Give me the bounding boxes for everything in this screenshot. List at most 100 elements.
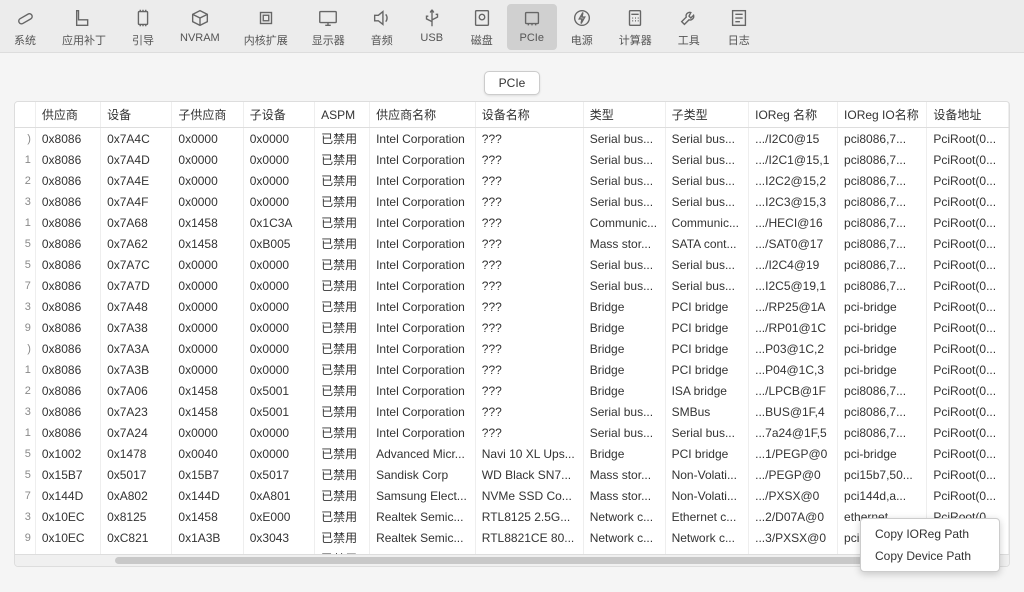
table-row[interactable]: 10x80860x7A240x00000x0000已禁用Intel Corpor… (15, 422, 1009, 443)
tool-speaker[interactable]: 音频 (357, 4, 407, 50)
cell-sv: 0x0000 (172, 422, 243, 443)
cell-t: Mass stor... (583, 233, 665, 254)
col-header[interactable]: 供应商 (35, 102, 100, 128)
col-header[interactable]: 子供应商 (172, 102, 243, 128)
table-row[interactable]: 30x80860x7A480x00000x0000已禁用Intel Corpor… (15, 296, 1009, 317)
cell-st: Serial bus... (665, 149, 749, 170)
tool-label: 工具 (678, 32, 700, 48)
col-header[interactable]: 类型 (583, 102, 665, 128)
table-row[interactable]: )0x80860x7A3A0x00000x0000已禁用Intel Corpor… (15, 338, 1009, 359)
cell-sv: 0x0000 (172, 317, 243, 338)
cell-v: 0x8086 (35, 191, 100, 212)
table-row[interactable]: 30x80860x7A230x14580x5001已禁用Intel Corpor… (15, 401, 1009, 422)
cell-t: Bridge (583, 359, 665, 380)
tool-log[interactable]: 日志 (714, 4, 764, 50)
tool-calc[interactable]: 计算器 (607, 4, 664, 50)
table-row[interactable]: 50x80860x7A7C0x00000x0000已禁用Intel Corpor… (15, 254, 1009, 275)
cell-vn: Intel Corporation (370, 275, 476, 296)
cell-sv: 0x1A3B (172, 527, 243, 548)
col-header[interactable]: IOReg IO名称 (838, 102, 927, 128)
cell-addr: PciRoot(0... (927, 401, 1009, 422)
tool-chip[interactable]: 引导 (118, 4, 168, 50)
cell-st: Serial bus... (665, 191, 749, 212)
table-row[interactable]: 10x80860x7A4D0x00000x0000已禁用Intel Corpor… (15, 149, 1009, 170)
tool-display[interactable]: 显示器 (300, 4, 357, 50)
cell-io: pci8086,7... (838, 380, 927, 401)
col-header[interactable]: 子类型 (665, 102, 749, 128)
cell-sd: 0x5001 (243, 401, 314, 422)
cell-dn: ??? (475, 338, 583, 359)
cell-idx: 1 (15, 422, 35, 443)
tool-power[interactable]: 电源 (557, 4, 607, 50)
context-item[interactable]: Copy Device Path (861, 545, 999, 567)
cell-sv: 0x0000 (172, 191, 243, 212)
table-row[interactable]: 50x15B70x50170x15B70x5017已禁用Sandisk Corp… (15, 464, 1009, 485)
cell-t: Network c... (583, 506, 665, 527)
col-header[interactable]: 设备名称 (475, 102, 583, 128)
tool-wrench[interactable]: 工具 (664, 4, 714, 50)
tool-pcie[interactable]: PCIe (507, 4, 557, 50)
table-row[interactable]: 30x80860x7A4F0x00000x0000已禁用Intel Corpor… (15, 191, 1009, 212)
tool-label: 应用补丁 (62, 32, 106, 48)
col-header[interactable]: IOReg 名称 (749, 102, 838, 128)
col-header[interactable]: 设备地址 (927, 102, 1009, 128)
tool-boot[interactable]: 应用补丁 (50, 4, 118, 50)
cell-sd: 0x0000 (243, 296, 314, 317)
tool-patch[interactable]: 系统 (0, 4, 50, 50)
tool-label: PCIe (520, 32, 544, 44)
cell-t: Serial bus... (583, 254, 665, 275)
cell-aspm: 已禁用 (315, 359, 370, 380)
toolbar: 系统应用补丁引导NVRAM 内核扩展显示器音频 USB 磁盘 PCIe 电源计算器工具 日志 (0, 0, 1024, 53)
cell-d: 0x7A7D (101, 275, 172, 296)
col-header[interactable] (15, 102, 35, 128)
col-header[interactable]: 设备 (101, 102, 172, 128)
tool-usb[interactable]: USB (407, 4, 457, 50)
table-row[interactable]: 20x80860x7A060x14580x5001已禁用Intel Corpor… (15, 380, 1009, 401)
table-row[interactable]: )0x80860x7A4C0x00000x0000已禁用Intel Corpor… (15, 128, 1009, 150)
tab-pcie[interactable]: PCIe (484, 71, 541, 95)
cell-st: ISA bridge (665, 380, 749, 401)
cell-d: 0x7A48 (101, 296, 172, 317)
table-row[interactable]: 20x80860x7A4E0x00000x0000已禁用Intel Corpor… (15, 170, 1009, 191)
table-row[interactable]: 90x80860x7A380x00000x0000已禁用Intel Corpor… (15, 317, 1009, 338)
cell-t: Serial bus... (583, 170, 665, 191)
table-row[interactable]: 10x80860x7A680x14580x1C3A已禁用Intel Corpor… (15, 212, 1009, 233)
col-header[interactable]: 子设备 (243, 102, 314, 128)
tool-label: 内核扩展 (244, 32, 288, 48)
cell-d: 0x7A7C (101, 254, 172, 275)
cell-aspm: 已禁用 (315, 464, 370, 485)
tool-cpu[interactable]: 内核扩展 (232, 4, 300, 50)
cell-sd: 0x0000 (243, 275, 314, 296)
cell-ir: ...P04@1C,3 (749, 359, 838, 380)
cell-d: 0x7A24 (101, 422, 172, 443)
col-header[interactable]: ASPM (315, 102, 370, 128)
cell-v: 0x8086 (35, 254, 100, 275)
tool-label: USB (420, 32, 443, 44)
cell-d: 0x7A3A (101, 338, 172, 359)
col-header[interactable]: 供应商名称 (370, 102, 476, 128)
table-row[interactable]: 50x10020x14780x00400x0000已禁用Advanced Mic… (15, 443, 1009, 464)
cell-aspm: 已禁用 (315, 527, 370, 548)
table-row[interactable]: 50x80860x7A620x14580xB005已禁用Intel Corpor… (15, 233, 1009, 254)
table-row[interactable]: 70x80860x7A7D0x00000x0000已禁用Intel Corpor… (15, 275, 1009, 296)
context-item[interactable]: Copy IOReg Path (861, 523, 999, 545)
table-row[interactable]: 10x80860x7A3B0x00000x0000已禁用Intel Corpor… (15, 359, 1009, 380)
cell-io: pci8086,7... (838, 191, 927, 212)
table-row[interactable]: 70x144D0xA8020x144D0xA801已禁用Samsung Elec… (15, 485, 1009, 506)
cell-idx: 5 (15, 464, 35, 485)
tool-disk[interactable]: 磁盘 (457, 4, 507, 50)
cell-sv: 0x15B7 (172, 464, 243, 485)
cell-vn: Intel Corporation (370, 359, 476, 380)
cell-ir: ...2/D07A@0 (749, 506, 838, 527)
cell-io: pci144d,a... (838, 485, 927, 506)
tool-box[interactable]: NVRAM (168, 4, 232, 50)
cell-aspm: 已禁用 (315, 170, 370, 191)
table-scroll[interactable]: 供应商设备子供应商子设备ASPM供应商名称设备名称类型子类型IOReg 名称IO… (15, 102, 1009, 554)
cell-addr: PciRoot(0... (927, 212, 1009, 233)
cell-io: pci8086,7... (838, 233, 927, 254)
cell-sv: 0x1458 (172, 233, 243, 254)
cell-ir: ...I2C3@15,3 (749, 191, 838, 212)
cell-ir: ...I2C2@15,2 (749, 170, 838, 191)
tool-label: 日志 (728, 32, 750, 48)
cell-sv: 0x0000 (172, 149, 243, 170)
